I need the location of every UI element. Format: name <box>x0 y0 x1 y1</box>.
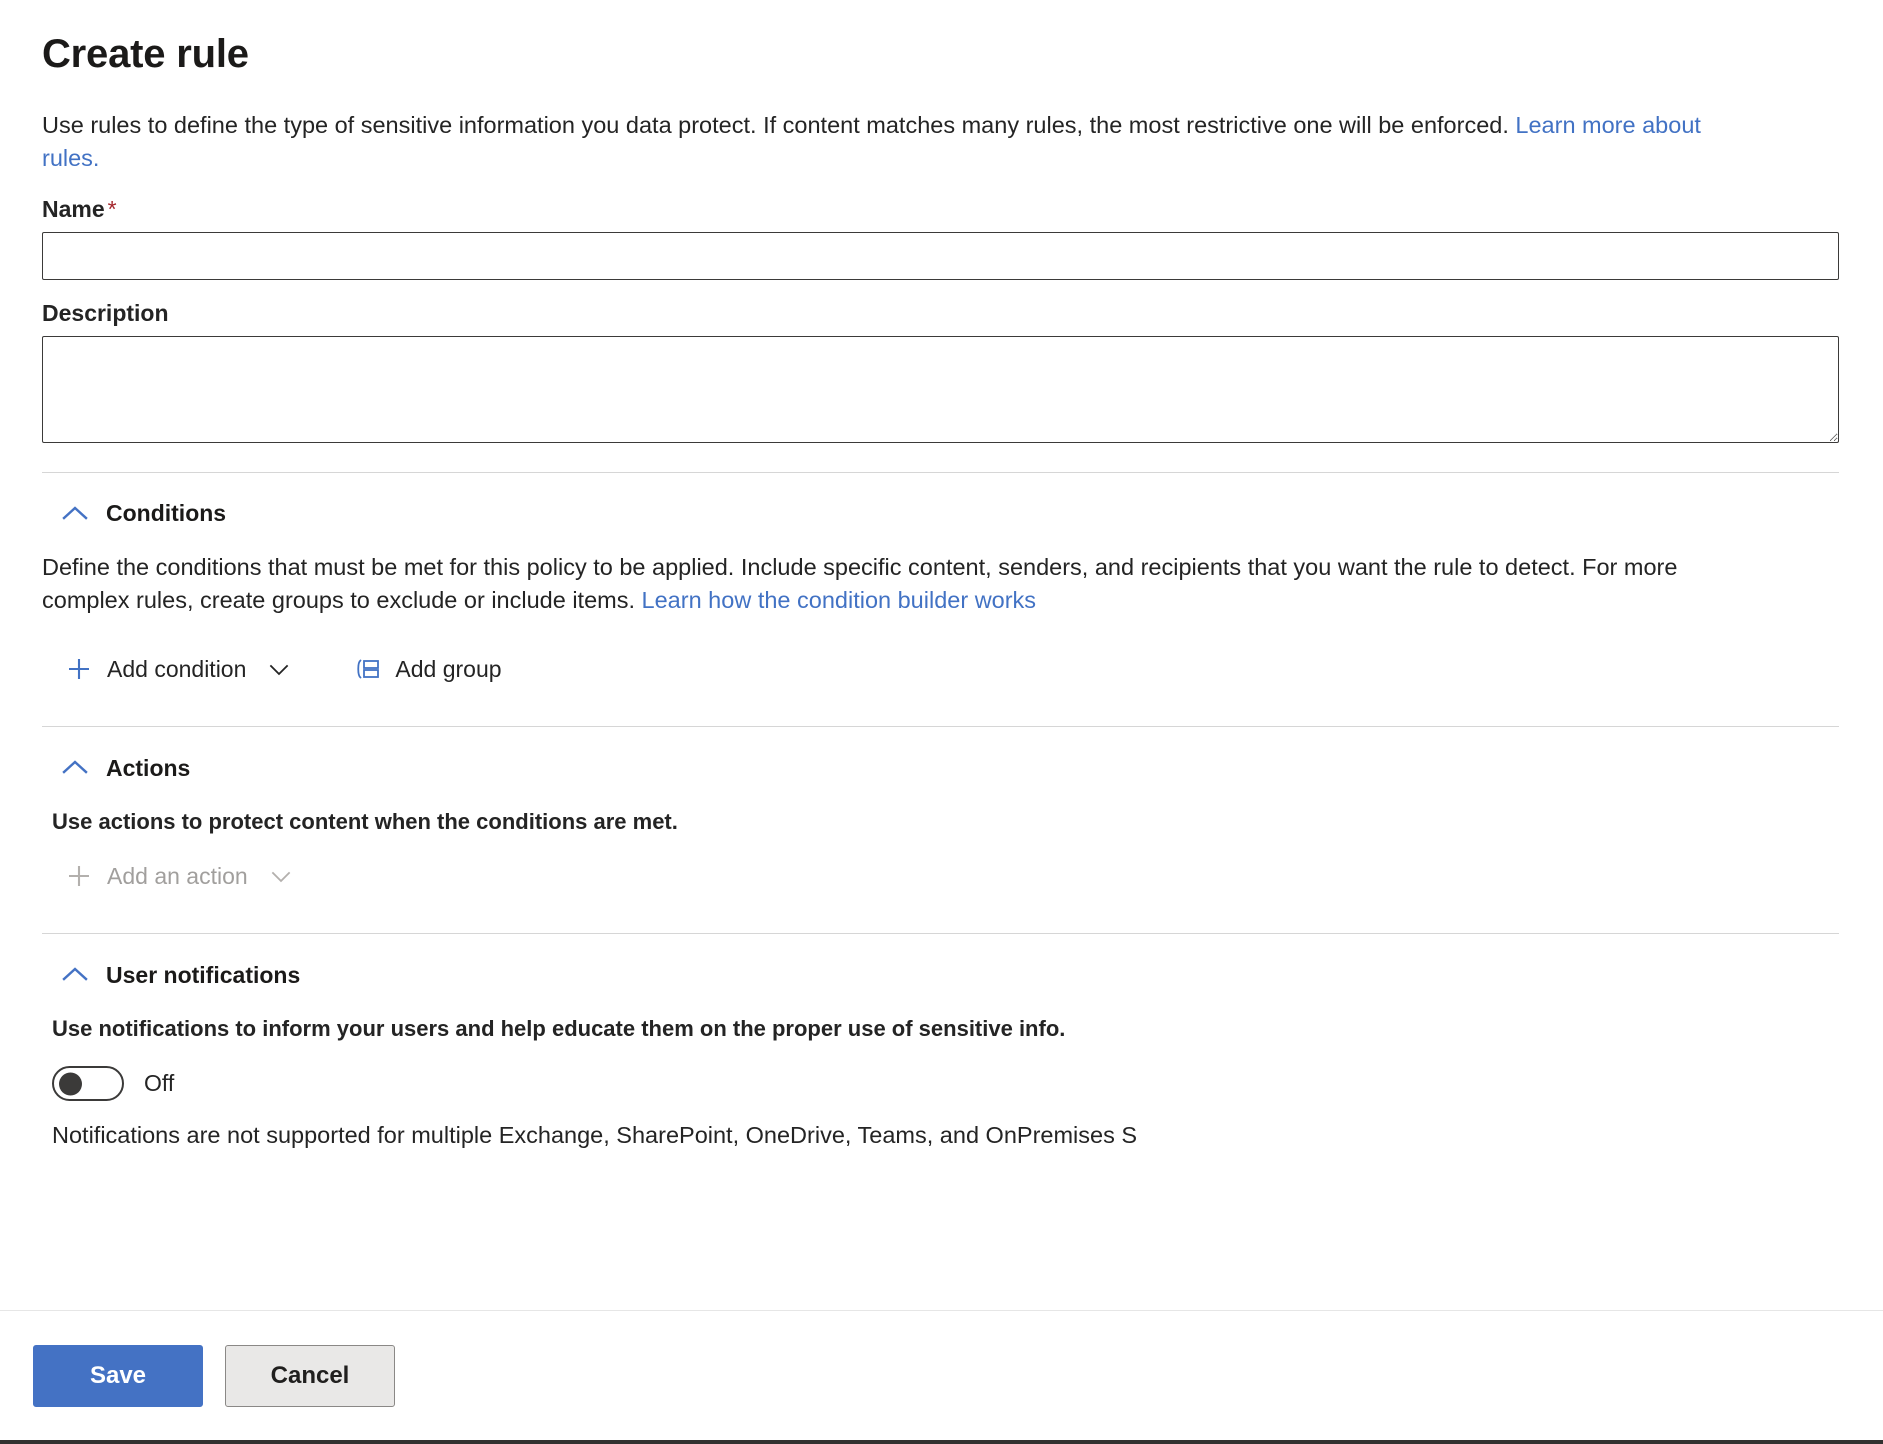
chevron-down-icon <box>266 656 292 682</box>
add-group-button[interactable]: Add group <box>348 650 505 688</box>
user-notifications-description: Use notifications to inform your users a… <box>52 1016 1841 1042</box>
required-asterisk: * <box>105 196 117 222</box>
actions-description: Use actions to protect content when the … <box>52 809 1841 835</box>
description-textarea[interactable] <box>42 336 1839 443</box>
add-an-action-button[interactable]: Add an action <box>60 857 298 895</box>
chevron-up-icon <box>60 960 90 990</box>
toggle-knob <box>59 1072 82 1095</box>
user-notifications-toggle[interactable] <box>52 1066 124 1101</box>
conditions-description: Define the conditions that must be met f… <box>42 551 1762 618</box>
cancel-button[interactable]: Cancel <box>225 1345 395 1407</box>
add-condition-label: Add condition <box>107 656 246 683</box>
add-group-icon <box>352 654 382 684</box>
actions-section-header[interactable]: Actions <box>60 753 190 783</box>
conditions-title: Conditions <box>106 500 226 527</box>
condition-builder-link[interactable]: Learn how the condition builder works <box>642 587 1037 613</box>
dialog-footer: Save Cancel <box>0 1310 1883 1440</box>
add-condition-button[interactable]: Add condition <box>60 650 296 688</box>
user-notifications-toggle-row: Off <box>52 1066 1841 1101</box>
actions-command-row: Add an action <box>60 857 1841 895</box>
save-button[interactable]: Save <box>33 1345 203 1407</box>
page-title: Create rule <box>42 30 1841 78</box>
conditions-section-header[interactable]: Conditions <box>60 499 226 529</box>
add-an-action-label: Add an action <box>107 863 248 890</box>
divider-above-actions <box>42 726 1839 727</box>
chevron-up-icon <box>60 753 90 783</box>
divider-above-user-notifications <box>42 933 1839 934</box>
user-notifications-toggle-state: Off <box>144 1070 174 1097</box>
plus-icon <box>64 654 94 684</box>
name-input[interactable] <box>42 232 1839 280</box>
divider-above-conditions <box>42 472 1839 473</box>
chevron-down-icon <box>268 863 294 889</box>
chevron-up-icon <box>60 499 90 529</box>
add-group-label: Add group <box>395 656 501 683</box>
actions-title: Actions <box>106 755 190 782</box>
page-intro-text: Use rules to define the type of sensitiv… <box>42 109 1722 176</box>
plus-icon <box>64 861 94 891</box>
create-rule-panel: Create rule Use rules to define the type… <box>0 0 1883 1444</box>
name-field-label: Name* <box>42 196 1841 223</box>
description-field-label: Description <box>42 300 1841 327</box>
page-intro-sentence: Use rules to define the type of sensitiv… <box>42 112 1515 138</box>
name-label-text: Name <box>42 196 105 222</box>
user-notifications-section-header[interactable]: User notifications <box>60 960 300 990</box>
conditions-command-row: Add condition Add group <box>60 650 1841 688</box>
rule-form-scroll-area[interactable]: Create rule Use rules to define the type… <box>0 0 1883 1310</box>
user-notifications-support-note: Notifications are not supported for mult… <box>52 1119 1812 1152</box>
user-notifications-title: User notifications <box>106 962 300 989</box>
